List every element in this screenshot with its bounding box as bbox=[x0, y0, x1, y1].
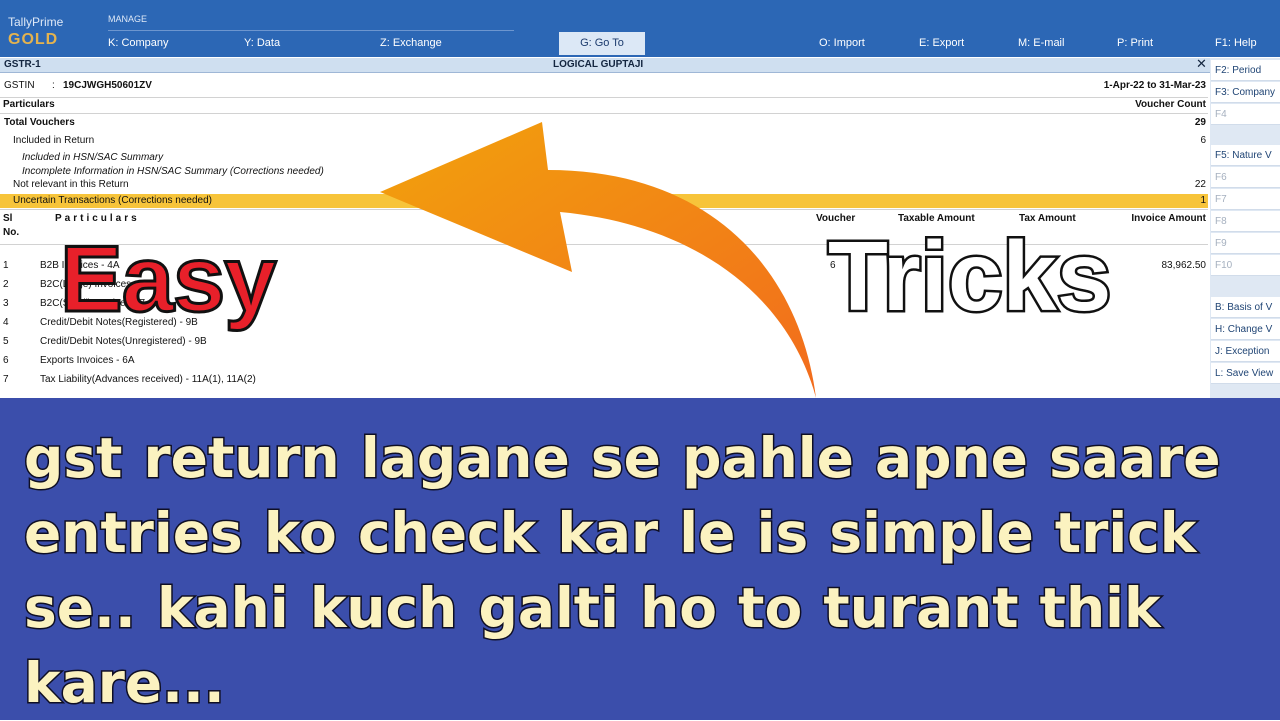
sidebar-f6[interactable]: F6 bbox=[1211, 167, 1280, 188]
row-label: Credit/Debit Notes(Unregistered) - 9B bbox=[40, 336, 207, 347]
sidebar-f4[interactable]: F4 bbox=[1211, 104, 1280, 125]
company-name: LOGICAL GUPTAJI bbox=[553, 59, 644, 70]
manage-label: MANAGE bbox=[108, 14, 148, 24]
summary-label: Included in HSN/SAC Summary bbox=[22, 152, 164, 163]
menu-company[interactable]: K: Company bbox=[108, 37, 169, 49]
summary-value: 6 bbox=[537, 166, 543, 177]
report-name: GSTR-1 bbox=[4, 59, 41, 70]
top-menu-bar: TallyPrime GOLD MANAGE K: Company Y: Dat… bbox=[0, 0, 1280, 57]
sidebar-nature[interactable]: F5: Nature V bbox=[1211, 145, 1280, 166]
report-period[interactable]: 1-Apr-22 to 31-Mar-23 bbox=[1104, 79, 1206, 93]
summary-header: Particulars Voucher Count bbox=[0, 98, 1208, 112]
row-sl: 1 bbox=[3, 260, 9, 271]
sidebar-company[interactable]: F3: Company bbox=[1211, 82, 1280, 103]
row-label: Tax Liability(Advances received) - 11A(1… bbox=[40, 374, 256, 385]
summary-value: 1 bbox=[1200, 195, 1206, 206]
header-particulars: Particulars bbox=[55, 213, 140, 224]
summary-row[interactable]: Total Vouchers 29 bbox=[0, 116, 1208, 130]
app-edition: GOLD bbox=[8, 31, 59, 48]
summary-value: 0 bbox=[537, 152, 543, 163]
summary-header-count: Voucher Count bbox=[1135, 99, 1206, 110]
row-sl: 6 bbox=[3, 355, 9, 366]
row-sl: 3 bbox=[3, 298, 9, 309]
report-title-bar: GSTR-1 LOGICAL GUPTAJI ✕ bbox=[0, 56, 1210, 73]
menu-exchange[interactable]: Z: Exchange bbox=[380, 37, 442, 49]
sidebar-save-view[interactable]: L: Save View bbox=[1211, 363, 1280, 384]
menu-data[interactable]: Y: Data bbox=[244, 37, 280, 49]
summary-label: Uncertain Transactions (Corrections need… bbox=[13, 195, 212, 206]
gstin-label: GSTIN bbox=[4, 80, 35, 91]
header-sl: Sl bbox=[3, 213, 13, 224]
row-sl: 5 bbox=[3, 336, 9, 347]
menu-export[interactable]: E: Export bbox=[919, 37, 964, 49]
summary-value: 29 bbox=[1194, 117, 1206, 128]
sidebar-f7[interactable]: F7 bbox=[1211, 189, 1280, 210]
menu-email[interactable]: M: E-mail bbox=[1018, 37, 1064, 49]
summary-label: Not relevant in this Return bbox=[13, 179, 129, 190]
manage-divider bbox=[108, 30, 514, 31]
row-sl: 4 bbox=[3, 317, 9, 328]
divider bbox=[0, 209, 1208, 210]
summary-row[interactable]: Not relevant in this Return 22 bbox=[0, 178, 1208, 192]
sidebar-basis[interactable]: B: Basis of V bbox=[1211, 297, 1280, 318]
sidebar-f8[interactable]: F8 bbox=[1211, 211, 1280, 232]
table-row[interactable]: 7 Tax Liability(Advances received) - 11A… bbox=[0, 373, 1208, 387]
caption-text: gst return lagane se pahle apne saare en… bbox=[23, 425, 1223, 717]
sidebar-change-view[interactable]: H: Change V bbox=[1211, 319, 1280, 340]
gstin-separator: : bbox=[52, 80, 55, 91]
gstin-value: 19CJWGH50601ZV bbox=[63, 80, 152, 91]
app-name: TallyPrime bbox=[8, 15, 64, 29]
summary-row[interactable]: Incomplete Information in HSN/SAC Summar… bbox=[0, 165, 1208, 179]
row-label: Exports Invoices - 6A bbox=[40, 355, 135, 366]
menu-import[interactable]: O: Import bbox=[819, 37, 865, 49]
summary-label: Incomplete Information in HSN/SAC Summar… bbox=[22, 166, 324, 177]
gstin-row: GSTIN : 19CJWGH50601ZV 1-Apr-22 to 31-Ma… bbox=[0, 79, 1208, 93]
sidebar-f10[interactable]: F10 bbox=[1211, 255, 1280, 276]
table-row[interactable]: 5 Credit/Debit Notes(Unregistered) - 9B bbox=[0, 335, 1208, 349]
menu-goto[interactable]: G: Go To bbox=[559, 32, 645, 55]
summary-label: Total Vouchers bbox=[4, 117, 75, 128]
summary-value: 6 bbox=[1200, 135, 1206, 146]
row-invoice: 83,962.50 bbox=[1161, 260, 1207, 271]
sidebar-exception[interactable]: J: Exception bbox=[1211, 341, 1280, 362]
menu-help[interactable]: F1: Help bbox=[1215, 37, 1257, 49]
easy-title: Easy bbox=[59, 225, 279, 333]
row-sl: 2 bbox=[3, 279, 9, 290]
table-row[interactable]: 6 Exports Invoices - 6A bbox=[0, 354, 1208, 368]
summary-row[interactable]: Included in Return 6 bbox=[0, 134, 1208, 148]
summary-row-selected[interactable]: Uncertain Transactions (Corrections need… bbox=[0, 194, 1208, 208]
summary-header-particulars: Particulars bbox=[3, 99, 55, 110]
summary-row[interactable]: Included in HSN/SAC Summary 0 bbox=[0, 151, 1208, 165]
sidebar-f9[interactable]: F9 bbox=[1211, 233, 1280, 254]
divider bbox=[0, 113, 1208, 114]
close-icon[interactable]: ✕ bbox=[1196, 56, 1207, 72]
summary-value: 22 bbox=[1194, 179, 1206, 190]
summary-label: Included in Return bbox=[13, 135, 95, 146]
header-no: No. bbox=[3, 227, 20, 238]
menu-print[interactable]: P: Print bbox=[1117, 37, 1153, 49]
sidebar-period[interactable]: F2: Period bbox=[1211, 60, 1280, 81]
row-sl: 7 bbox=[3, 374, 9, 385]
header-invoice: Invoice Amount bbox=[1131, 213, 1206, 224]
tricks-title: Tricks bbox=[825, 219, 1113, 334]
